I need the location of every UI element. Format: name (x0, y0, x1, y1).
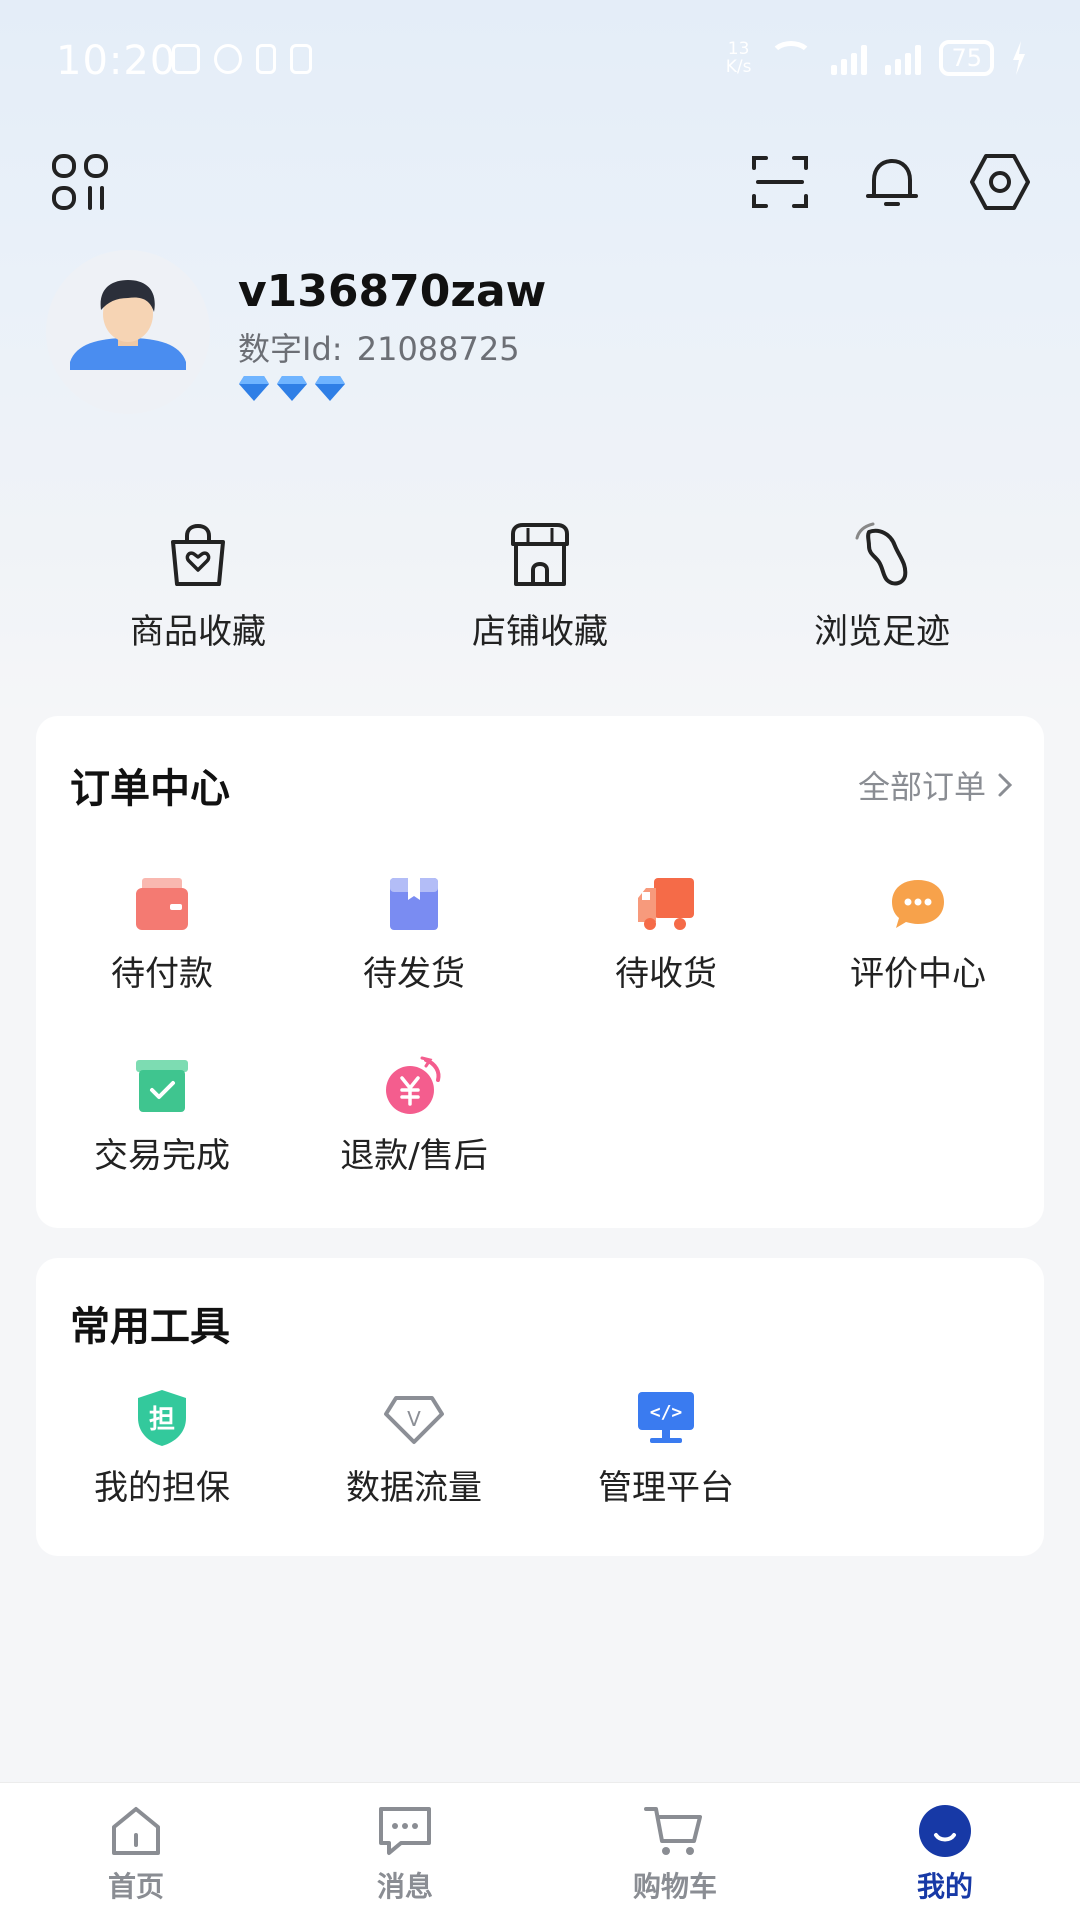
nav-cart[interactable]: 购物车 (595, 1803, 755, 1905)
username: v136870zaw (238, 266, 547, 317)
nav-messages[interactable]: 消息 (325, 1803, 485, 1905)
home-icon (112, 1807, 160, 1855)
order-item-label: 交易完成 (94, 1136, 230, 1176)
status-time: 10:20 (56, 38, 177, 84)
order-item-label: 评价中心 (850, 954, 986, 994)
code-glyph: </> (650, 1402, 683, 1423)
chevron-right-icon (998, 773, 1013, 797)
battery-indicator: 75 (939, 40, 994, 76)
diamond-gem-icon (239, 376, 269, 401)
order-center-title: 订单中心 (70, 766, 230, 812)
nav-label: 消息 (376, 1870, 433, 1903)
tool-management-platform[interactable]: </> 管理平台 (540, 1388, 792, 1509)
bag-heart-icon (171, 523, 225, 586)
battery-level: 75 (951, 44, 982, 72)
wifi-icon (769, 41, 814, 75)
data-traffic-glyph: V (407, 1407, 421, 1431)
alarm-icon (214, 44, 242, 74)
nfc-icon (172, 44, 200, 74)
apps-grid-icon (52, 154, 108, 210)
common-tools-card: 常用工具 担 我的担保 V 数据流量 </> 管理平台 (36, 1258, 1044, 1556)
refund-icon (386, 1056, 441, 1114)
status-notification-icons (172, 44, 312, 74)
store-icon (511, 523, 569, 586)
order-item-label: 待收货 (615, 954, 717, 994)
all-orders-link[interactable]: 全部订单 (858, 762, 1014, 808)
tool-data-traffic[interactable]: V 数据流量 (288, 1388, 540, 1509)
order-pending-receipt[interactable]: 待收货 (540, 874, 792, 995)
cart-icon (644, 1807, 702, 1855)
bluetooth-icon (256, 44, 276, 74)
order-center-card: 订单中心 全部订单 待付款 待发货 待收货 评价中心 交易完成 退款/售后 (36, 716, 1044, 1228)
tool-my-guarantee[interactable]: 担 我的担保 (36, 1388, 288, 1509)
scan-icon (752, 156, 808, 208)
scan-button[interactable] (748, 150, 812, 214)
tool-item-label: 我的担保 (94, 1468, 230, 1508)
network-speed: 13 K/s (726, 40, 752, 76)
guarantee-glyph: 担 (149, 1405, 175, 1435)
shortcut-label: 店铺收藏 (472, 612, 608, 652)
bottom-navigation: 首页 消息 购物车 我的 (0, 1782, 1080, 1920)
nav-label: 购物车 (632, 1870, 717, 1903)
order-item-label: 待发货 (363, 954, 465, 994)
network-speed-unit: K/s (725, 57, 752, 77)
shortcut-label: 浏览足迹 (814, 612, 950, 652)
package-icon (390, 878, 438, 930)
check-box-icon (136, 1060, 188, 1112)
settings-button[interactable] (968, 150, 1032, 214)
shortcut-product-favorites[interactable]: 商品收藏 (78, 520, 318, 653)
nav-home[interactable]: 首页 (56, 1803, 216, 1905)
network-speed-value: 13 (727, 39, 750, 59)
order-refund-aftersales[interactable]: 退款/售后 (288, 1056, 540, 1177)
shortcut-label: 商品收藏 (130, 612, 266, 652)
diamond-gem-icon (277, 376, 307, 401)
bell-icon (866, 159, 918, 206)
signal-icon (885, 41, 922, 75)
order-pending-shipment[interactable]: 待发货 (288, 874, 540, 995)
nav-me[interactable]: 我的 (865, 1803, 1025, 1905)
nav-label: 我的 (916, 1870, 973, 1903)
tool-item-label: 数据流量 (346, 1468, 482, 1508)
guarantee-shield-icon: 担 (138, 1390, 186, 1446)
footprint-icon (855, 522, 908, 586)
diamond-v-icon: V (384, 1396, 444, 1444)
member-level-gems (238, 374, 346, 402)
status-bar: 10:20 13 K/s 75 (0, 0, 1080, 120)
charging-icon (1013, 41, 1025, 75)
signal-icon (831, 41, 868, 75)
chat-bubble-icon (892, 880, 944, 928)
order-review-center[interactable]: 评价中心 (792, 874, 1044, 995)
tool-item-label: 管理平台 (598, 1468, 734, 1508)
code-monitor-icon: </> (638, 1392, 694, 1443)
order-item-label: 待付款 (111, 954, 213, 994)
nav-label: 首页 (107, 1870, 164, 1903)
shortcut-store-favorites[interactable]: 店铺收藏 (420, 520, 660, 653)
user-id: 数字Id: 21088725 (238, 324, 524, 370)
gear-icon (970, 154, 1030, 210)
profile-face-icon (919, 1805, 971, 1857)
order-item-label: 退款/售后 (340, 1136, 488, 1176)
order-pending-payment[interactable]: 待付款 (36, 874, 288, 995)
diamond-gem-icon (315, 376, 345, 401)
order-completed[interactable]: 交易完成 (36, 1056, 288, 1177)
apps-menu-button[interactable] (48, 150, 112, 214)
notifications-button[interactable] (860, 150, 924, 214)
avatar[interactable] (46, 250, 210, 414)
user-id-value: 21088725 (356, 330, 520, 368)
user-avatar-icon (70, 280, 186, 370)
message-icon (379, 1807, 431, 1855)
truck-icon (638, 878, 694, 930)
user-id-label: 数字Id: (238, 330, 343, 368)
all-orders-label: 全部订单 (857, 768, 986, 806)
vibrate-icon (290, 44, 312, 74)
shortcut-browse-history[interactable]: 浏览足迹 (762, 520, 1002, 653)
status-right-group: 13 K/s 75 (726, 40, 1026, 76)
common-tools-title: 常用工具 (70, 1304, 230, 1350)
wallet-icon (136, 878, 188, 930)
